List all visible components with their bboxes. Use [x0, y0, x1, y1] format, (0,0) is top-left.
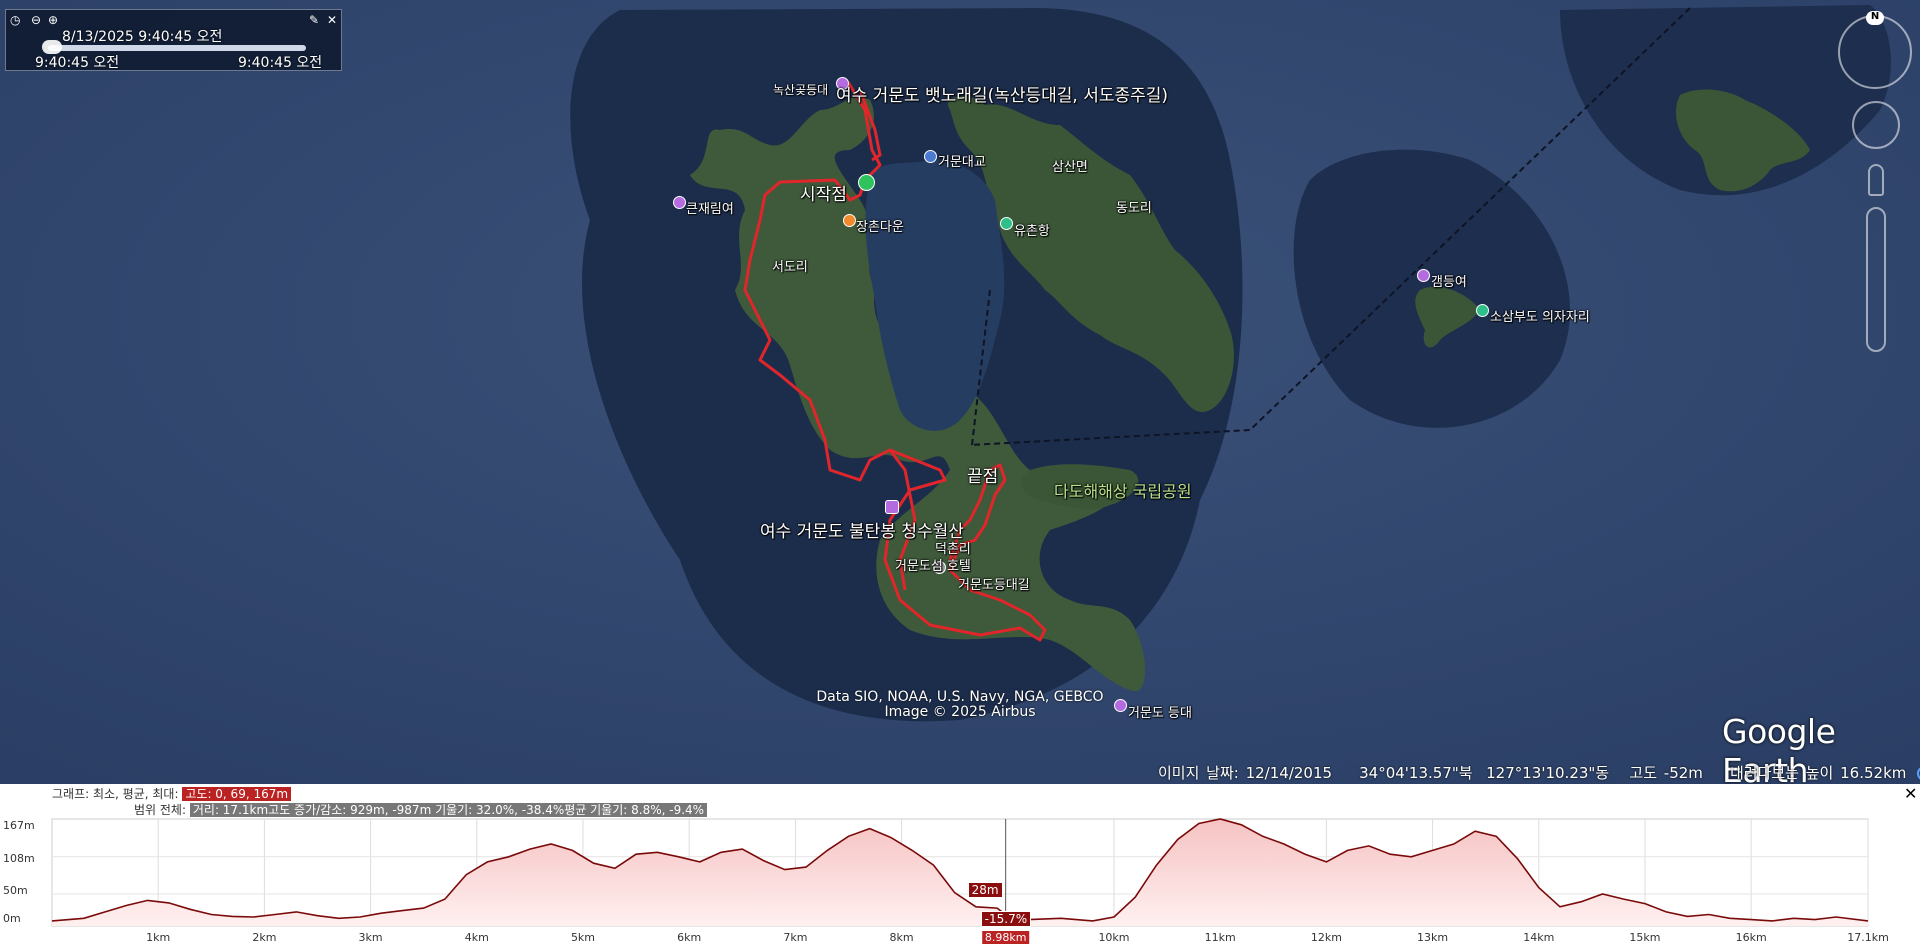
x-tick-label: 17.1km [1847, 931, 1889, 944]
elevation-profile-panel: 그래프: 최소, 평균, 최대: 고도: 0, 69, 167m 범위 전체: … [0, 784, 1920, 946]
label-bridge: 거문대교 [938, 155, 986, 170]
x-tick-label: 3km [358, 931, 383, 944]
label-sosam: 소삼부도 의자자리 [1490, 310, 1590, 325]
bridge-pin[interactable] [924, 150, 937, 163]
x-tick-label: 6km [677, 931, 702, 944]
x-tick-label: 8km [889, 931, 914, 944]
zoom-slider[interactable] [1866, 207, 1886, 352]
label-yuchon: 유촌항 [1014, 224, 1050, 239]
close-icon[interactable]: ✕ [327, 14, 337, 26]
label-seodori: 서도리 [772, 260, 808, 275]
zoom-out-icon[interactable]: ⊖ [31, 14, 41, 26]
label-end: 끝점 [967, 467, 999, 487]
x-tick-label: 15km [1629, 931, 1661, 944]
x-tick-label: 12km [1310, 931, 1342, 944]
time-start: 9:40:45 오전 [35, 55, 120, 71]
mountain-pin[interactable] [885, 500, 899, 514]
x-tick-label: 11km [1204, 931, 1236, 944]
cursor-altitude-tag: 28m [967, 882, 1003, 898]
look-control[interactable] [1852, 101, 1900, 149]
elevation-chart[interactable] [0, 784, 1920, 946]
label-samsan: 삼산면 [1052, 160, 1088, 175]
status-lat: 34°04'13.57"북 [1359, 764, 1473, 782]
x-tick-label: 16km [1735, 931, 1767, 944]
status-image-date: 이미지 날짜: 12/14/2015 [1158, 764, 1333, 782]
x-tick-label: 2km [252, 931, 277, 944]
attribution-line2: Image © 2025 Airbus [884, 704, 1036, 720]
label-dongdori: 동도리 [1116, 201, 1152, 216]
earth-map-view[interactable]: 녹산곶등대 여수 거문도 뱃노래길(녹산등대길, 서도종주길) 큰재림여 시작점… [0, 0, 1920, 784]
zoom-in-icon[interactable]: ⊕ [48, 14, 58, 26]
label-park: 다도해해상 국립공원 [1054, 482, 1192, 501]
imagery-attribution: Data SIO, NOAA, U.S. Navy, NGA, GEBCO Im… [800, 690, 1120, 720]
cursor-slope-tag: -15.7% [980, 911, 1032, 927]
label-gamdeung: 갬등여 [1431, 275, 1467, 290]
status-alt: 고도 -52m [1629, 764, 1703, 782]
clock-icon[interactable]: ◷ [10, 14, 20, 26]
x-tick-label: 7km [783, 931, 808, 944]
time-end: 9:40:45 오전 [238, 55, 323, 71]
x-tick-label: 5km [570, 931, 596, 944]
x-tick-label: 10km [1098, 931, 1130, 944]
label-mountain: 여수 거문도 불탄봉 청수월산 [760, 522, 964, 542]
label-jangchon: 장촌다운 [856, 220, 904, 235]
status-lon: 127°13'10.23"동 [1486, 764, 1610, 782]
label-noksan: 녹산곶등대 [773, 83, 829, 97]
yuchon-pin[interactable] [1000, 217, 1013, 230]
street-view-icon[interactable] [1868, 164, 1884, 196]
gamdeung-pin[interactable] [1417, 269, 1430, 282]
label-hotel: 거문도섬 호텔 [895, 559, 971, 574]
bigjae-pin[interactable] [673, 196, 686, 209]
x-tick-label: 1km [146, 931, 171, 944]
time-slider-track[interactable] [48, 45, 306, 51]
label-start: 시작점 [800, 185, 847, 205]
satellite-imagery [0, 0, 1920, 784]
cursor-distance-tag: 8.98km [981, 931, 1030, 944]
label-lighthouse: 거문도 등대 [1128, 706, 1192, 721]
x-tick-label: 14km [1523, 931, 1555, 944]
label-route-title: 여수 거문도 뱃노래길(녹산등대길, 서도종주길) [836, 86, 1169, 106]
status-bar: 이미지 날짜: 12/14/2015 34°04'13.57"북 127°13'… [1158, 762, 1920, 783]
sosam-pin[interactable] [1476, 304, 1489, 317]
x-tick-label: 13km [1417, 931, 1449, 944]
x-tick-label: 4km [464, 931, 489, 944]
label-trail: 거문도등대길 [958, 578, 1030, 593]
compass-control[interactable] [1838, 15, 1912, 89]
status-eye: 내려다보는 높이 16.52km [1729, 764, 1907, 782]
wrench-icon[interactable]: ✎ [309, 14, 319, 26]
attribution-line1: Data SIO, NOAA, U.S. Navy, NGA, GEBCO [816, 689, 1104, 705]
time-current: 8/13/2025 9:40:45 오전 [62, 29, 223, 45]
jangchon-pin[interactable] [843, 214, 856, 227]
label-bigjae: 큰재림여 [686, 202, 734, 217]
time-slider-panel: ◷ ⊖ ⊕ ✎ ✕ 8/13/2025 9:40:45 오전 9:40:45 오… [5, 9, 342, 71]
north-icon[interactable]: N [1866, 11, 1884, 25]
start-point-pin[interactable] [858, 174, 875, 191]
